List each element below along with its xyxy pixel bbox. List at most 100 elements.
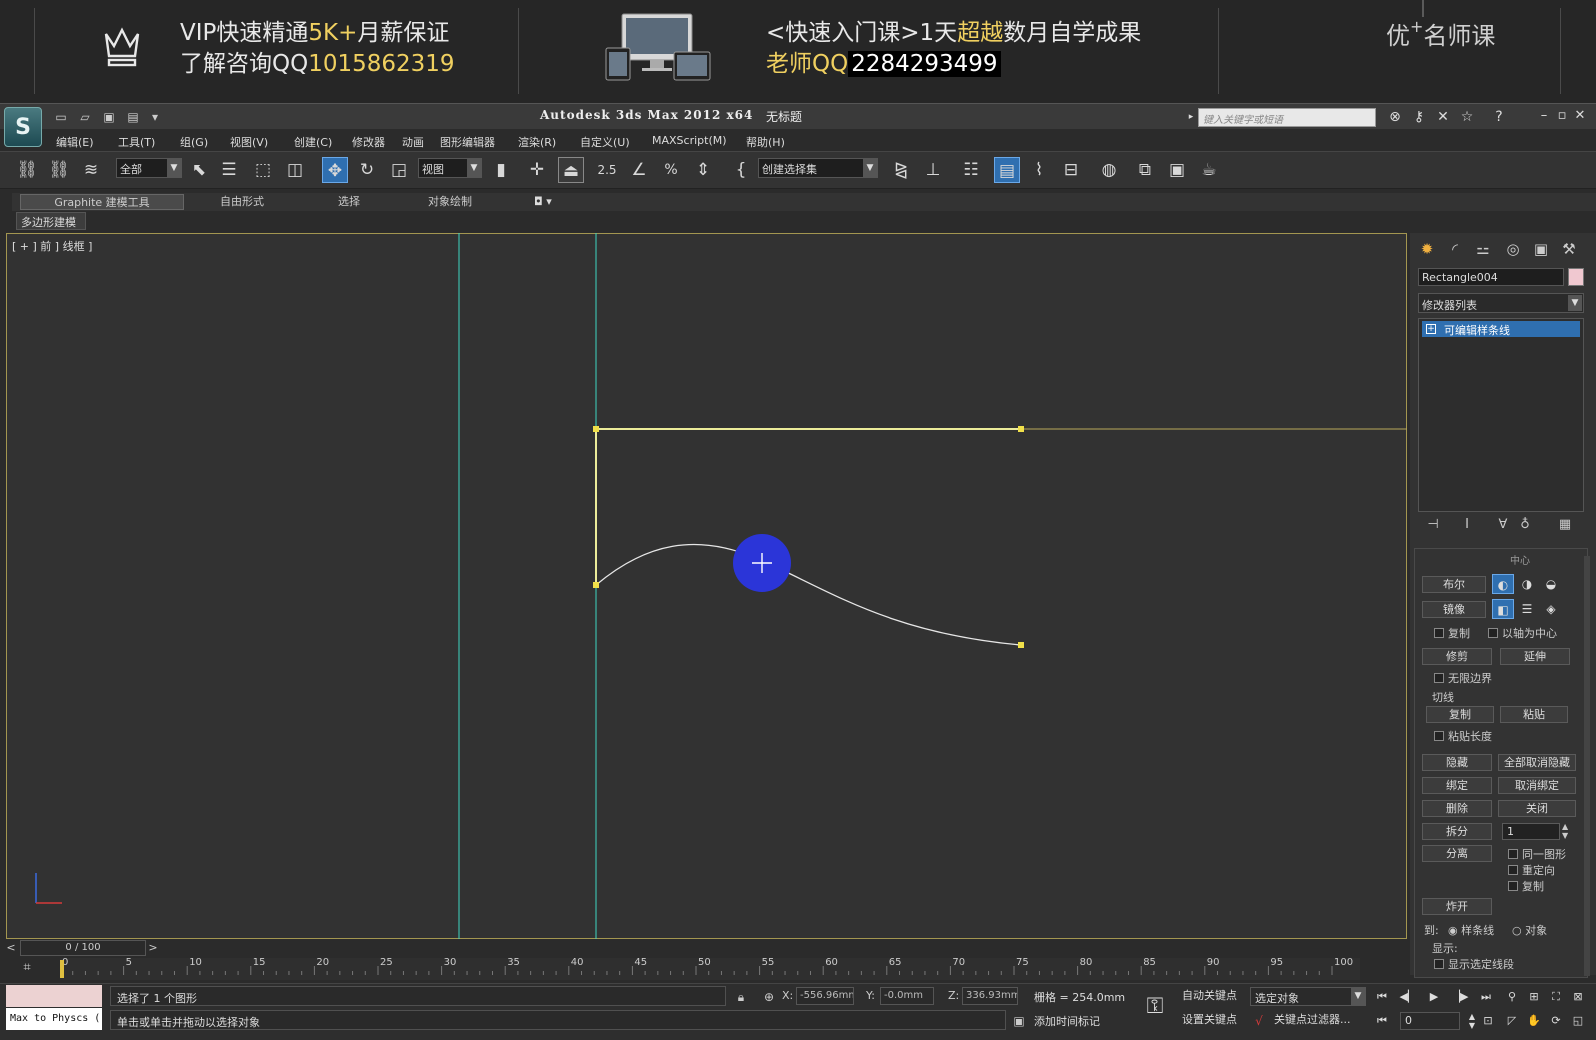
- trim-button[interactable]: 修剪: [1422, 648, 1492, 665]
- menu-customize[interactable]: 自定义(U): [580, 134, 630, 150]
- mirror-icon[interactable]: ⧎: [888, 157, 914, 183]
- menu-views[interactable]: 视图(V): [230, 134, 268, 150]
- modifier-list-dropdown[interactable]: 修改器列表 ▼: [1418, 293, 1584, 313]
- intersect-icon[interactable]: ◒: [1540, 574, 1562, 594]
- percent-snap-icon[interactable]: %: [658, 157, 684, 183]
- tangent-copy-button[interactable]: 复制: [1426, 706, 1494, 723]
- union-icon[interactable]: ◐: [1492, 574, 1514, 594]
- zoom-all-icon[interactable]: ⊞: [1524, 988, 1544, 1006]
- time-tag-icon[interactable]: ▣: [1010, 1012, 1028, 1030]
- x-coordinate-field[interactable]: -556.96mm: [796, 987, 854, 1005]
- delete-button[interactable]: 删除: [1422, 800, 1492, 817]
- time-next-icon[interactable]: >: [146, 940, 160, 956]
- open-file-icon[interactable]: ▱: [78, 110, 92, 124]
- maximize-icon[interactable]: ▫: [1554, 108, 1570, 124]
- menu-create[interactable]: 创建(C): [294, 134, 332, 150]
- expand-icon[interactable]: +: [1426, 324, 1436, 334]
- z-coordinate-field[interactable]: 336.93mm: [962, 987, 1018, 1005]
- divide-count-field[interactable]: 1: [1502, 823, 1560, 840]
- graphite-toggle-icon[interactable]: ▤: [994, 157, 1020, 183]
- reference-coordinate-dropdown[interactable]: 视图 ▼: [418, 158, 482, 178]
- orbit-icon[interactable]: ⟳: [1546, 1012, 1566, 1030]
- quick-access-dropdown-icon[interactable]: ▾: [148, 110, 162, 124]
- remove-modifier-icon[interactable]: ♁: [1516, 516, 1534, 534]
- absolute-transform-icon[interactable]: ⊕: [760, 988, 778, 1006]
- hierarchy-tab-icon[interactable]: ⚍: [1472, 238, 1494, 260]
- show-selected-segs-checkbox[interactable]: 显示选定线段: [1434, 956, 1514, 972]
- menu-animation[interactable]: 动画: [402, 134, 424, 150]
- keyboard-shortcut-override-icon[interactable]: ⏏: [558, 157, 584, 183]
- menu-help[interactable]: 帮助(H): [746, 134, 785, 150]
- select-by-name-icon[interactable]: ☰: [216, 157, 242, 183]
- vertex-point[interactable]: [593, 582, 599, 588]
- prev-frame-icon[interactable]: ◀▏: [1398, 988, 1418, 1006]
- close-spline-button[interactable]: 关闭: [1498, 800, 1576, 817]
- pivot-center-icon[interactable]: ▮: [488, 157, 514, 183]
- make-unique-icon[interactable]: ∀: [1494, 516, 1512, 534]
- project-folder-icon[interactable]: ▤: [126, 110, 140, 124]
- unhide-all-button[interactable]: 全部取消隐藏: [1498, 754, 1576, 771]
- field-of-view-icon[interactable]: ◸: [1502, 1012, 1522, 1030]
- display-tab-icon[interactable]: ▣: [1530, 238, 1552, 260]
- layer-manager-icon[interactable]: ☷: [958, 157, 984, 183]
- bind-button[interactable]: 绑定: [1422, 777, 1492, 794]
- mirror-vertical-icon[interactable]: ☰: [1516, 599, 1538, 619]
- select-rotate-icon[interactable]: ↻: [354, 157, 380, 183]
- time-slider[interactable]: 0 / 100: [20, 940, 146, 956]
- detach-button[interactable]: 分离: [1422, 845, 1492, 862]
- select-scale-icon[interactable]: ◲: [386, 157, 412, 183]
- edit-named-selection-icon[interactable]: {: [728, 157, 754, 183]
- zoom-icon[interactable]: ⚲: [1502, 988, 1522, 1006]
- extend-button[interactable]: 延伸: [1500, 648, 1570, 665]
- stack-item-editable-spline[interactable]: + 可编辑样条线: [1422, 321, 1580, 337]
- track-bar-icon[interactable]: ⌗: [16, 960, 38, 978]
- configure-sets-icon[interactable]: ▦: [1556, 516, 1574, 534]
- boolean-button[interactable]: 布尔: [1422, 576, 1486, 593]
- mirror-copy-checkbox[interactable]: 复制: [1434, 625, 1470, 641]
- schematic-view-icon[interactable]: ⊟: [1058, 157, 1084, 183]
- select-object-icon[interactable]: ⬉: [186, 157, 212, 183]
- select-move-icon[interactable]: ✥: [322, 157, 348, 183]
- menu-rendering[interactable]: 渲染(R): [518, 134, 556, 150]
- divide-button[interactable]: 拆分: [1422, 823, 1492, 840]
- rendered-frame-icon[interactable]: ▣: [1164, 157, 1190, 183]
- menu-group[interactable]: 组(G): [180, 134, 208, 150]
- hide-button[interactable]: 隐藏: [1422, 754, 1492, 771]
- tangent-paste-button[interactable]: 粘贴: [1500, 706, 1568, 723]
- binoculars-icon[interactable]: ⊗: [1386, 108, 1404, 126]
- render-teapot-icon[interactable]: ☕: [1196, 157, 1222, 183]
- maximize-viewport-icon[interactable]: ◱: [1568, 1012, 1588, 1030]
- next-frame-icon[interactable]: ▕▶: [1450, 988, 1470, 1006]
- mirror-both-icon[interactable]: ◈: [1540, 599, 1562, 619]
- search-input[interactable]: 键入关键字或短语: [1198, 108, 1376, 127]
- mirror-horizontal-icon[interactable]: ◧: [1492, 599, 1514, 619]
- unlink-icon[interactable]: ⛓: [46, 157, 72, 183]
- to-object-radio[interactable]: ○ 对象: [1512, 922, 1547, 938]
- vertex-point[interactable]: [593, 426, 599, 432]
- key-mode-toggle-icon[interactable]: ⏮: [1372, 1012, 1392, 1030]
- spinner-snap-icon[interactable]: ⇕: [690, 157, 716, 183]
- vertex-point[interactable]: [1018, 426, 1024, 432]
- modify-tab-icon[interactable]: ◜: [1444, 238, 1466, 260]
- current-frame-marker[interactable]: [60, 960, 64, 978]
- set-key-icon[interactable]: ⚿: [1140, 992, 1170, 1022]
- curve-editor-icon[interactable]: ⌇: [1026, 157, 1052, 183]
- render-setup-icon[interactable]: ⧉: [1132, 157, 1158, 183]
- reorient-checkbox[interactable]: 重定向: [1508, 862, 1555, 878]
- menu-maxscript[interactable]: MAXScript(M): [652, 134, 727, 147]
- spinner-arrows-icon[interactable]: ▲ ▼: [1562, 822, 1568, 840]
- subtract-icon[interactable]: ◑: [1516, 574, 1538, 594]
- select-manipulate-icon[interactable]: ✛: [524, 157, 550, 183]
- same-shape-checkbox[interactable]: 同一图形: [1508, 846, 1566, 862]
- panel-scrollbar[interactable]: [1584, 556, 1590, 976]
- help-icon[interactable]: ?: [1490, 108, 1508, 126]
- vertex-point[interactable]: [1018, 642, 1024, 648]
- rectangular-region-icon[interactable]: ⬚: [250, 157, 276, 183]
- key-mode-icon[interactable]: √: [1250, 1012, 1268, 1030]
- named-selection-dropdown[interactable]: 创建选择集 ▼: [758, 158, 878, 178]
- search-expand-icon[interactable]: ▸: [1186, 108, 1196, 126]
- track-bar[interactable]: 0 5 10 15 20 25 30 35 40 45 50 55 60 65 70 75 80 85 90 95 10…: [60, 958, 1360, 980]
- communication-icon[interactable]: ✕: [1434, 108, 1452, 126]
- set-key-button[interactable]: 设置关键点: [1182, 1010, 1237, 1030]
- unbind-button[interactable]: 取消绑定: [1498, 777, 1576, 794]
